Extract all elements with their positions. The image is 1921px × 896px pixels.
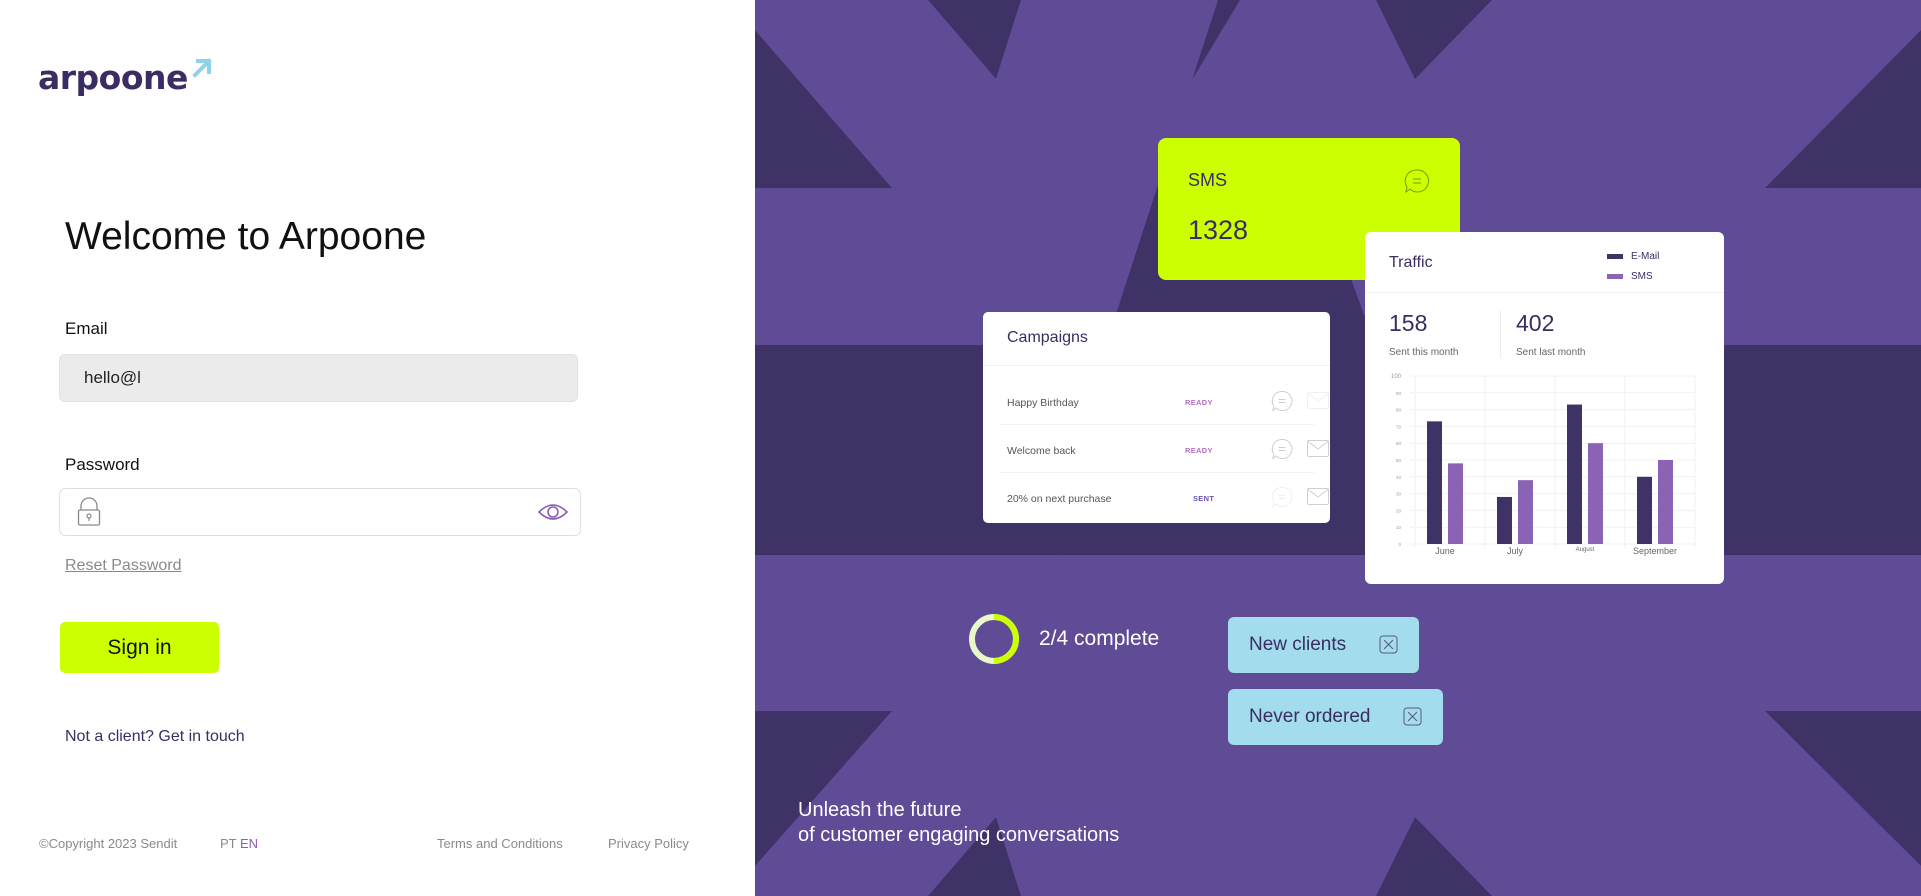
- email-label: Email: [65, 319, 108, 338]
- campaigns-title: Campaigns: [1007, 329, 1088, 346]
- campaign-row[interactable]: Welcome back READY: [1003, 426, 1329, 474]
- divider: [999, 472, 1314, 473]
- bar-email-august: [1567, 404, 1582, 544]
- reset-password-link[interactable]: Reset Password: [65, 557, 182, 575]
- terms-link[interactable]: Terms and Conditions: [437, 836, 563, 851]
- divider: [1365, 292, 1724, 293]
- bar-sms-june: [1448, 463, 1463, 544]
- tagline-line-2: of customer engaging conversations: [798, 824, 1120, 846]
- y-tick-label: 30: [1396, 492, 1402, 497]
- campaign-name: 20% on next purchase: [1007, 493, 1112, 505]
- traffic-bar-chart: 0 10 20 30 40 50 60 70 80 90 100 June July August Sept…: [1391, 374, 1696, 556]
- chat-bubble-icon: [1404, 169, 1429, 194]
- stat-caption: Sent last month: [1516, 347, 1586, 358]
- bar-sms-august: [1588, 443, 1603, 544]
- showcase-panel: SMS 1328 Campaigns Happy Birthday READY We…: [755, 0, 1921, 896]
- y-tick-label: 20: [1396, 508, 1402, 513]
- bar-sms-september: [1658, 460, 1673, 544]
- y-tick-label: 40: [1396, 475, 1402, 480]
- campaign-status-badge: READY: [1185, 446, 1213, 455]
- sms-card-value: 1328: [1188, 215, 1249, 245]
- traffic-title: Traffic: [1389, 254, 1433, 271]
- logo-arrow-icon: [192, 58, 212, 78]
- y-tick-label: 60: [1396, 441, 1402, 446]
- sign-in-button[interactable]: Sign in: [60, 622, 219, 673]
- mail-icon: [1307, 392, 1329, 409]
- bar-email-july: [1497, 496, 1512, 544]
- x-tick-label: July: [1507, 546, 1524, 556]
- language-switcher: PT EN: [220, 836, 258, 851]
- progress-indicator: 2/4 complete: [967, 612, 1159, 666]
- progress-text: 2/4 complete: [1039, 627, 1160, 650]
- legend-swatch-sms: [1607, 273, 1623, 279]
- campaign-name: Happy Birthday: [1007, 397, 1079, 409]
- divider: [983, 365, 1330, 366]
- traffic-card: Traffic E-Mail SMS 158 Sent this month 4…: [1365, 232, 1724, 584]
- x-tick-label: August: [1576, 547, 1595, 553]
- chat-bubble-icon: [1271, 486, 1293, 508]
- privacy-link[interactable]: Privacy Policy: [608, 836, 689, 851]
- chat-bubble-icon: [1271, 390, 1293, 412]
- stat-value: 402: [1516, 310, 1555, 336]
- legend-item-sms: SMS: [1607, 266, 1659, 286]
- logo: arpoone: [38, 56, 214, 94]
- y-tick-label: 100: [1391, 374, 1402, 380]
- email-field[interactable]: [59, 354, 578, 402]
- y-tick-label: 50: [1396, 458, 1402, 463]
- bar-email-september: [1637, 476, 1652, 544]
- password-field[interactable]: [116, 489, 516, 535]
- stat-value: 158: [1389, 310, 1428, 336]
- campaigns-card: Campaigns Happy Birthday READY Welcome bac…: [983, 312, 1330, 523]
- tag-label: Never ordered: [1249, 706, 1371, 727]
- tagline-line-1: Unleash the future: [798, 799, 962, 821]
- legend-swatch-email: [1607, 253, 1623, 259]
- tag-never-ordered: Never ordered: [1228, 689, 1443, 745]
- login-panel: arpoone Welcome to Arpoone Email Passwor…: [0, 0, 755, 896]
- remove-tag-icon[interactable]: [1379, 635, 1398, 654]
- copyright-text: ©Copyright 2023 Sendit: [39, 836, 178, 851]
- x-tick-label: September: [1633, 546, 1677, 556]
- show-password-eye-icon[interactable]: [538, 501, 568, 523]
- y-tick-label: 0: [1398, 542, 1401, 547]
- stat-sent-last-month: 402 Sent last month: [1516, 310, 1585, 358]
- chart-legend: E-Mail SMS: [1607, 246, 1659, 286]
- progress-ring: [969, 614, 1019, 664]
- legend-label: E-Mail: [1631, 250, 1660, 262]
- campaign-status-badge: READY: [1185, 398, 1213, 407]
- campaign-name: Welcome back: [1007, 445, 1076, 457]
- campaign-status-badge: SENT: [1193, 494, 1215, 503]
- divider: [999, 424, 1314, 425]
- y-tick-label: 10: [1396, 525, 1402, 530]
- y-tick-label: 90: [1396, 391, 1402, 396]
- stat-sent-this-month: 158 Sent this month: [1389, 310, 1458, 358]
- chat-bubble-icon: [1271, 438, 1293, 460]
- divider: [1500, 310, 1501, 358]
- mail-icon: [1307, 440, 1329, 457]
- bar-email-june: [1427, 421, 1442, 544]
- tagline: Unleash the future of customer engaging …: [798, 798, 1119, 848]
- mail-icon: [1307, 488, 1329, 505]
- tag-label: New clients: [1249, 634, 1347, 655]
- campaign-row[interactable]: Happy Birthday READY: [1003, 378, 1329, 426]
- lock-icon: [77, 497, 101, 526]
- sms-card-title: SMS: [1188, 170, 1228, 190]
- password-field-wrapper: [59, 488, 581, 536]
- remove-tag-icon[interactable]: [1403, 707, 1422, 726]
- campaign-row[interactable]: 20% on next purchase SENT: [1003, 474, 1329, 522]
- page-title: Welcome to Arpoone: [65, 215, 427, 258]
- legend-item-email: E-Mail: [1607, 246, 1659, 266]
- stat-caption: Sent this month: [1389, 347, 1459, 358]
- tag-new-clients: New clients: [1228, 617, 1419, 673]
- y-tick-label: 80: [1396, 408, 1402, 413]
- bar-sms-july: [1518, 480, 1533, 544]
- y-tick-label: 70: [1396, 424, 1402, 429]
- password-label: Password: [65, 455, 140, 474]
- x-tick-label: June: [1435, 546, 1455, 556]
- lang-pt-link[interactable]: PT: [220, 836, 236, 851]
- get-in-touch-link[interactable]: Not a client? Get in touch: [65, 728, 245, 746]
- logo-text: arpoone: [38, 58, 188, 97]
- lang-en-link[interactable]: EN: [240, 836, 258, 851]
- background-pattern: [755, 0, 1921, 896]
- legend-label: SMS: [1631, 270, 1653, 282]
